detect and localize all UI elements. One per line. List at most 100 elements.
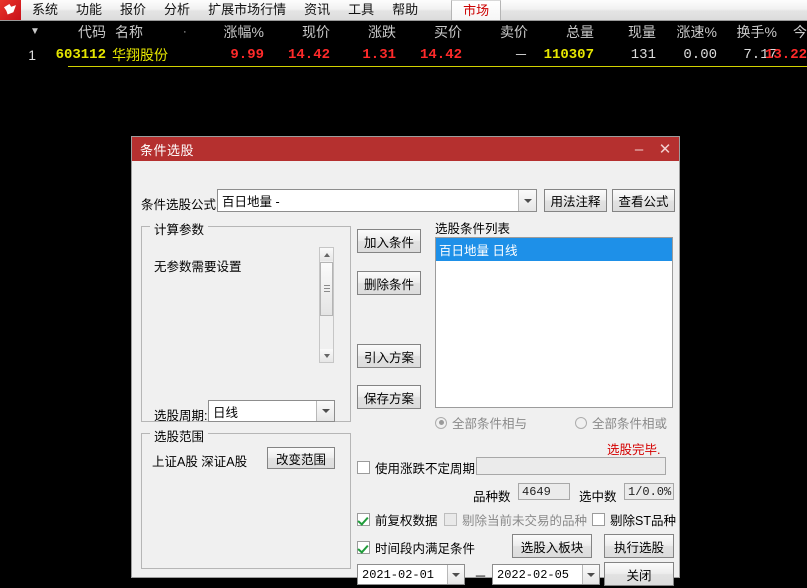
use-updown-cycle-label: 使用涨跌不定周期 bbox=[375, 462, 476, 476]
save-plan-button[interactable]: 保存方案 bbox=[357, 385, 421, 409]
date-range-separator: － bbox=[474, 569, 488, 584]
chevron-down-icon[interactable] bbox=[447, 565, 464, 584]
option-checkbox-exclude-st[interactable]: 剔除ST品种 bbox=[592, 510, 676, 529]
column-header-volume[interactable]: 总量 bbox=[536, 21, 594, 43]
dialog-title: 条件选股 bbox=[140, 142, 195, 158]
tab-market[interactable]: 市场 bbox=[451, 0, 502, 20]
menu-item-news[interactable]: 资讯 bbox=[295, 0, 339, 21]
column-header-change[interactable]: 涨跌 bbox=[338, 21, 396, 43]
menu-item-quotes[interactable]: 报价 bbox=[111, 0, 155, 21]
import-plan-button[interactable]: 引入方案 bbox=[357, 344, 421, 368]
add-condition-button[interactable]: 加入条件 bbox=[357, 229, 421, 253]
cell-name: 华翔股份 bbox=[112, 47, 168, 63]
formula-combo[interactable]: 百日地量 - bbox=[217, 189, 537, 212]
status-text: 选股完毕. bbox=[607, 443, 661, 457]
start-date-picker[interactable]: 2021-02-01 bbox=[357, 564, 465, 585]
period-checkbox[interactable]: 时间段内满足条件 bbox=[357, 538, 475, 557]
dialog-title-bar[interactable]: 条件选股 – ✕ bbox=[132, 137, 679, 161]
column-header-price[interactable]: 现价 bbox=[272, 21, 330, 43]
chevron-down-icon[interactable] bbox=[316, 401, 334, 421]
start-date-value: 2021-02-01 bbox=[362, 567, 435, 582]
radio-all-or[interactable]: 全部条件相或 bbox=[575, 413, 667, 432]
row-index: 1 bbox=[28, 47, 36, 63]
radio-all-and-label: 全部条件相与 bbox=[452, 417, 528, 431]
option-label-exclude-untraded: 剔除当前未交易的品种 bbox=[462, 514, 588, 528]
column-header-name[interactable]: 名称 bbox=[115, 21, 175, 43]
end-date-picker[interactable]: 2022-02-05 bbox=[492, 564, 600, 585]
minimize-icon[interactable]: – bbox=[631, 142, 647, 157]
column-header-code[interactable]: 代码 bbox=[46, 21, 106, 43]
menu-bar: 系统 功能 报价 分析 扩展市场行情 资讯 工具 帮助 市场 bbox=[0, 0, 807, 21]
option-label-exclude-st: 剔除ST品种 bbox=[610, 514, 676, 528]
app-logo-icon bbox=[0, 0, 21, 20]
scroll-down-icon[interactable] bbox=[320, 349, 333, 362]
close-dialog-button[interactable]: 关闭 bbox=[604, 562, 674, 586]
cycle-combo-value: 日线 bbox=[213, 405, 239, 420]
cell-bid: 14.42 bbox=[419, 47, 462, 63]
add-to-block-button[interactable]: 选股入板块 bbox=[512, 534, 592, 558]
use-updown-cycle-checkbox[interactable]: 使用涨跌不定周期 bbox=[357, 458, 475, 477]
usage-note-button[interactable]: 用法注释 bbox=[544, 189, 607, 212]
close-icon[interactable]: ✕ bbox=[657, 142, 673, 157]
chevron-down-icon[interactable] bbox=[582, 565, 599, 584]
column-header-now-volume[interactable]: 现量 bbox=[600, 21, 656, 43]
checkbox-icon-checked[interactable] bbox=[357, 513, 370, 526]
cell-change: 1.31 bbox=[362, 47, 396, 63]
checkbox-icon[interactable] bbox=[444, 513, 457, 526]
radio-icon[interactable] bbox=[575, 416, 587, 429]
cycle-combo[interactable]: 日线 bbox=[208, 400, 335, 422]
option-checkbox-exclude-untraded[interactable]: 剔除当前未交易的品种 bbox=[444, 510, 587, 529]
menu-item-tools[interactable]: 工具 bbox=[339, 0, 383, 21]
cell-volume: 110307 bbox=[543, 47, 594, 63]
dot-icon: · bbox=[183, 26, 187, 38]
checkbox-icon-checked[interactable] bbox=[357, 541, 370, 554]
run-picker-button[interactable]: 执行选股 bbox=[604, 534, 674, 558]
menu-item-function[interactable]: 功能 bbox=[67, 0, 111, 21]
column-header-turnover[interactable]: 换手% bbox=[719, 21, 777, 43]
option-label-forward-adjust: 前复权数据 bbox=[375, 514, 438, 528]
menu-item-help[interactable]: 帮助 bbox=[383, 0, 427, 21]
list-item[interactable]: 百日地量 日线 bbox=[436, 238, 672, 261]
scrollbar-thumb[interactable] bbox=[320, 262, 333, 316]
checkbox-icon[interactable] bbox=[357, 461, 370, 474]
calc-params-text: 无参数需要设置 bbox=[154, 260, 242, 274]
menu-item-analysis[interactable]: 分析 bbox=[155, 0, 199, 21]
calc-params-scrollbar[interactable] bbox=[319, 247, 334, 363]
radio-all-and[interactable]: 全部条件相与 bbox=[435, 413, 527, 432]
option-checkbox-forward-adjust[interactable]: 前复权数据 bbox=[357, 510, 438, 529]
radio-icon-checked[interactable] bbox=[435, 416, 447, 429]
cell-price: 14.42 bbox=[287, 47, 330, 63]
cond-list-title: 选股条件列表 bbox=[435, 222, 511, 236]
end-date-value: 2022-02-05 bbox=[497, 567, 570, 582]
hit-count-value: 1/0.0% bbox=[624, 483, 674, 500]
total-count-label: 品种数 bbox=[473, 490, 511, 504]
change-scope-button[interactable]: 改变范围 bbox=[267, 447, 335, 469]
sort-down-icon[interactable]: ▼ bbox=[28, 21, 42, 43]
scope-value: 上证A股 深证A股 bbox=[152, 455, 248, 469]
condition-stock-picker-dialog: 条件选股 – ✕ 条件选股公式 百日地量 - 用法注释 查看公式 计算参数 无参… bbox=[131, 136, 680, 586]
view-formula-button[interactable]: 查看公式 bbox=[612, 189, 675, 212]
chevron-down-icon[interactable] bbox=[518, 190, 536, 211]
dialog-body: 条件选股公式 百日地量 - 用法注释 查看公式 计算参数 无参数需要设置 选股周… bbox=[132, 161, 679, 586]
menu-item-system[interactable]: 系统 bbox=[23, 0, 67, 21]
cell-now-volume: 131 bbox=[630, 47, 656, 63]
column-header-change-pct[interactable]: 涨幅% bbox=[198, 21, 264, 43]
formula-label: 条件选股公式 bbox=[141, 198, 217, 212]
column-header-ask[interactable]: 卖价 bbox=[470, 21, 528, 43]
column-header-open[interactable]: 今开 bbox=[779, 21, 807, 43]
column-header-speed[interactable]: 涨速% bbox=[657, 21, 717, 43]
cycle-label: 选股周期: bbox=[154, 409, 208, 423]
total-count-value: 4649 bbox=[518, 483, 570, 500]
condition-list[interactable]: 百日地量 日线 bbox=[435, 237, 673, 408]
table-row[interactable]: 1 603112 华翔股份 9.99 14.42 1.31 14.42 － 11… bbox=[0, 44, 807, 67]
scrollbar-grip-icon bbox=[324, 285, 330, 293]
scroll-up-icon[interactable] bbox=[320, 248, 333, 261]
delete-condition-button[interactable]: 删除条件 bbox=[357, 271, 421, 295]
cell-open: 13.22 bbox=[764, 47, 807, 63]
menu-item-extmarket[interactable]: 扩展市场行情 bbox=[199, 0, 295, 21]
column-header-bid[interactable]: 买价 bbox=[404, 21, 462, 43]
updown-cycle-field[interactable] bbox=[476, 457, 666, 475]
quote-table-header: ▼ 代码 名称 · 涨幅% 现价 涨跌 买价 卖价 总量 现量 涨速% 换手% … bbox=[0, 21, 807, 44]
checkbox-icon[interactable] bbox=[592, 513, 605, 526]
scope-title: 选股范围 bbox=[150, 426, 209, 445]
